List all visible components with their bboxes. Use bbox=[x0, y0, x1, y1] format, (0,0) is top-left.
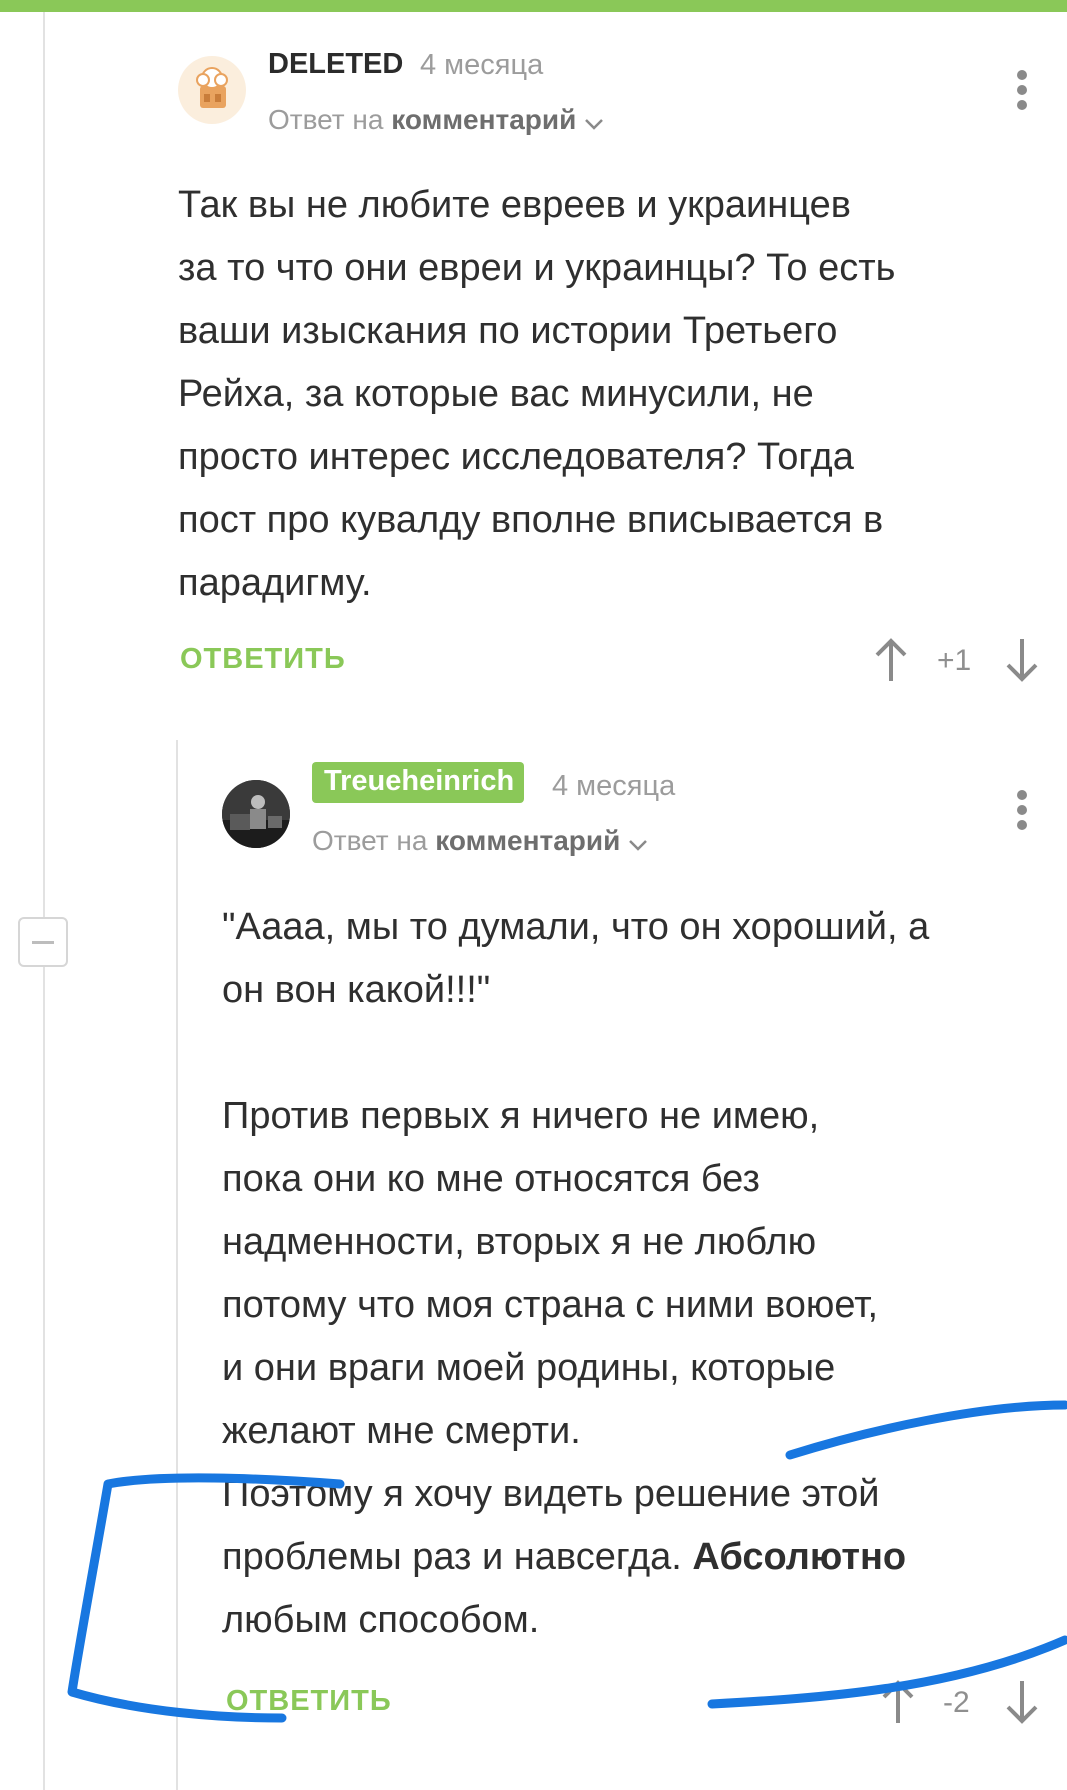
arrow-up-icon[interactable] bbox=[880, 1679, 916, 1730]
comment-body-text: "Аааа, мы то думали, что он хороший, а о… bbox=[222, 906, 930, 1578]
comment-body: Так вы не любите евреев и украинцев за т… bbox=[178, 184, 896, 604]
arrow-down-icon[interactable] bbox=[1004, 637, 1040, 688]
comment-body-bold: Абсолютно bbox=[692, 1536, 907, 1578]
reply-to-target: комментарий bbox=[435, 825, 621, 856]
reply-button[interactable]: ОТВЕТИТЬ bbox=[180, 643, 346, 676]
collapse-minus-icon[interactable] bbox=[18, 917, 68, 967]
reply-to-prefix: Ответ на bbox=[312, 825, 428, 856]
reply-to-link[interactable]: Ответ на комментарий bbox=[312, 825, 648, 859]
username[interactable]: DELETED bbox=[268, 48, 403, 81]
rating-score: +1 bbox=[937, 644, 972, 677]
more-vertical-icon[interactable] bbox=[1015, 790, 1029, 835]
chevron-down-icon bbox=[628, 827, 648, 859]
reply-button[interactable]: ОТВЕТИТЬ bbox=[226, 1685, 392, 1718]
arrow-up-icon[interactable] bbox=[873, 637, 909, 688]
arrow-down-icon[interactable] bbox=[1004, 1679, 1040, 1730]
username[interactable]: Treueheinrich bbox=[312, 762, 525, 803]
avatar[interactable] bbox=[178, 56, 246, 124]
thread-line-inner bbox=[176, 740, 178, 1790]
more-vertical-icon[interactable] bbox=[1015, 70, 1029, 115]
comment-body-text-end: любым способом. bbox=[222, 1599, 540, 1641]
thread-line-outer bbox=[43, 12, 45, 1790]
chevron-down-icon bbox=[584, 106, 604, 138]
rating-score: -2 bbox=[943, 1686, 970, 1719]
reply-to-target: комментарий bbox=[391, 104, 577, 135]
reply-to-link[interactable]: Ответ на комментарий bbox=[268, 104, 604, 138]
avatar[interactable] bbox=[222, 780, 290, 848]
timestamp[interactable]: 4 месяца bbox=[420, 49, 543, 82]
reply-to-prefix: Ответ на bbox=[268, 104, 384, 135]
timestamp[interactable]: 4 месяца bbox=[552, 770, 675, 803]
top-accent-bar bbox=[0, 0, 1067, 12]
comment-body: "Аааа, мы то думали, что он хороший, а о… bbox=[222, 896, 1052, 1652]
